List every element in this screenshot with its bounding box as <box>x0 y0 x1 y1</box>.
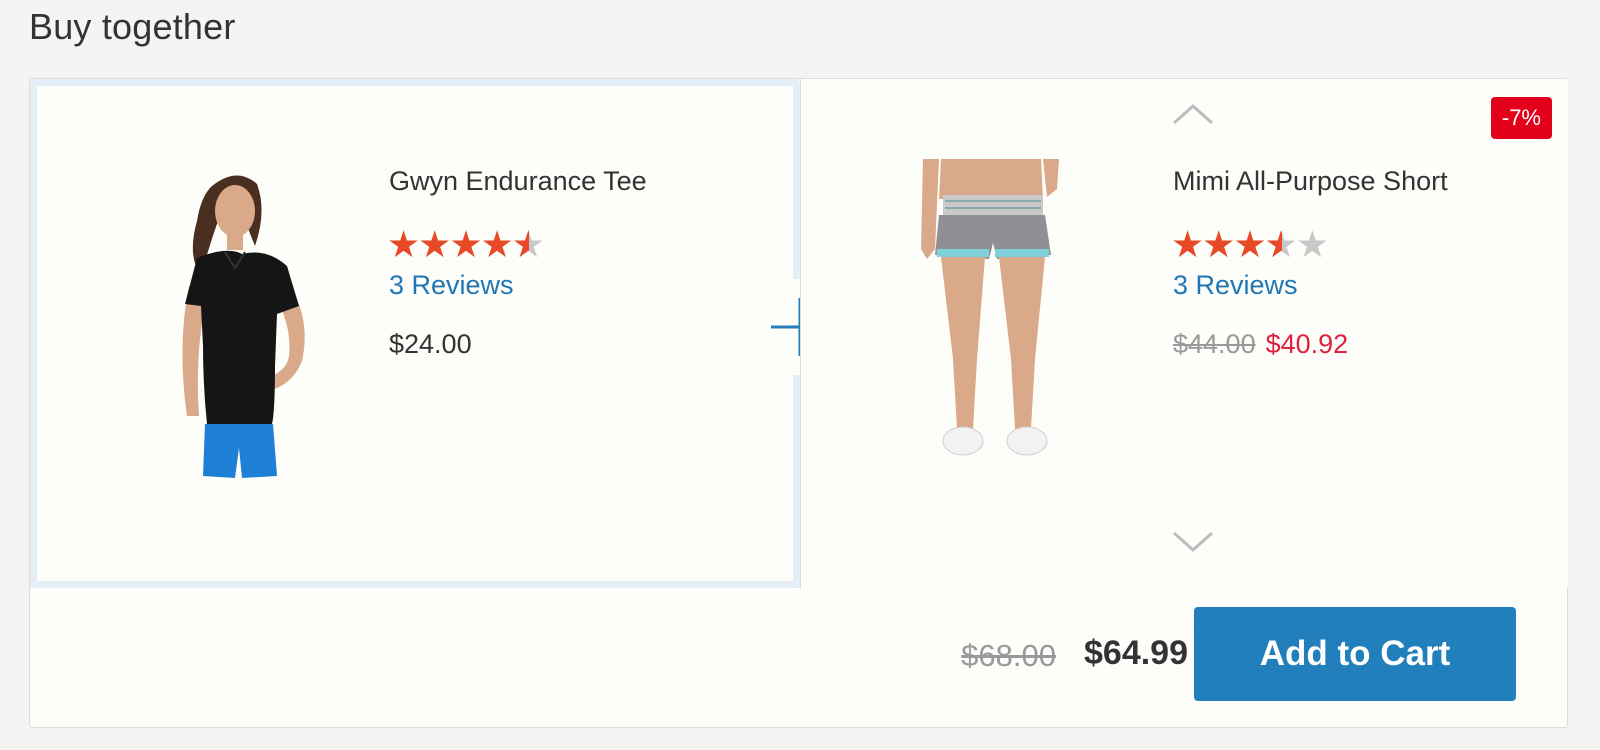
reviews-link[interactable]: 3 Reviews <box>389 270 514 301</box>
product-card-mimi[interactable]: -7% Mimi All-Purpose Short ★★★★ ★★ 3 Rev… <box>800 79 1568 588</box>
star-empty-icon: ★ <box>1295 224 1329 265</box>
product-name[interactable]: Gwyn Endurance Tee <box>389 166 647 197</box>
product-price: $24.00 <box>389 329 472 359</box>
rating-stars: ★★★★★ <box>1171 224 1329 265</box>
product-name[interactable]: Mimi All-Purpose Short <box>1173 166 1448 197</box>
star-icon: ★ <box>449 224 482 265</box>
footer-old-total: $68.00 <box>961 638 1056 673</box>
star-half-icon: ★ <box>512 226 545 263</box>
star-icon: ★ <box>387 224 420 265</box>
bundle-box: Gwyn Endurance Tee ★★★★★ 3 Reviews $24.0… <box>29 78 1569 729</box>
footer-total-price: $64.99 <box>1084 634 1188 672</box>
rating-stars: ★★★★★ <box>387 224 545 265</box>
bundle-footer: $68.00 $64.99 Add to Cart <box>30 588 1569 729</box>
old-price: $44.00 <box>1173 329 1256 359</box>
product-price: $44.00 $40.92 <box>1173 329 1348 360</box>
special-price: $40.92 <box>1265 329 1349 359</box>
add-to-cart-button[interactable]: Add to Cart <box>1194 607 1516 701</box>
star-icon: ★ <box>1233 224 1266 265</box>
section-title: Buy together <box>29 6 236 47</box>
reviews-link[interactable]: 3 Reviews <box>1173 270 1298 301</box>
discount-badge: -7% <box>1490 97 1552 139</box>
product-image-tee[interactable] <box>117 166 357 486</box>
star-half-icon: ★ <box>1265 226 1298 263</box>
product-image-short[interactable] <box>861 159 1121 479</box>
chevron-up-icon[interactable] <box>1170 101 1216 127</box>
star-icon: ★ <box>1202 224 1235 265</box>
star-icon: ★ <box>1171 224 1204 265</box>
products-row: Gwyn Endurance Tee ★★★★★ 3 Reviews $24.0… <box>30 79 1569 588</box>
star-icon: ★ <box>418 224 451 265</box>
product-card-gwyn[interactable]: Gwyn Endurance Tee ★★★★★ 3 Reviews $24.0… <box>30 79 800 588</box>
star-icon: ★ <box>480 224 514 265</box>
chevron-down-icon[interactable] <box>1170 529 1216 555</box>
